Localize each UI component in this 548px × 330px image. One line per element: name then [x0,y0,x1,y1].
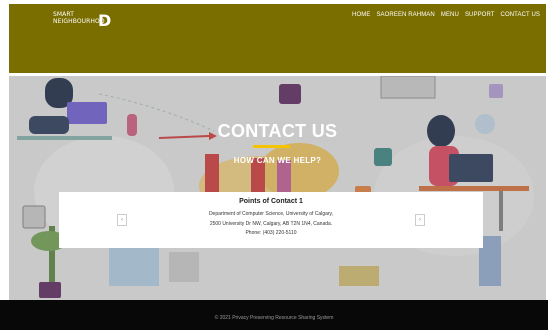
hero-section: CONTACT US HOW CAN WE HELP? ‹ Points of … [9,76,546,300]
nav-contact-us[interactable]: CONTACT US [501,12,540,18]
logo-line-2: NEIGHBOURHOO [53,18,105,25]
page: SMART NEIGHBOURHOO D HOME SAOREEN RAHMAN… [0,0,548,330]
contact-card-title: Points of Contact 1 [239,198,303,205]
site-footer: © 2021 Privacy Preserving Resource Shari… [0,300,548,330]
site-header: SMART NEIGHBOURHOO D HOME SAOREEN RAHMAN… [9,4,546,73]
nav-user[interactable]: SAOREEN RAHMAN [376,12,434,18]
page-title: CONTACT US [217,121,338,141]
contact-phone: Phone: (403) 220-5110 [245,230,297,236]
contact-card: ‹ Points of Contact 1 Department of Comp… [59,192,483,248]
title-underline [253,145,290,148]
hero-overlay [9,76,546,300]
nav-menu[interactable]: MENU [441,12,459,18]
page-subtitle: HOW CAN WE HELP? [233,156,322,165]
nav-support[interactable]: SUPPORT [465,12,495,18]
nav-home[interactable]: HOME [352,12,370,18]
carousel-next-button[interactable]: › [415,214,425,226]
footer-copyright: © 2021 Privacy Preserving Resource Shari… [214,315,334,321]
logo-final-letter: D [98,11,112,30]
main-nav: HOME SAOREEN RAHMAN MENU SUPPORT CONTACT… [352,12,540,18]
chevron-right-icon: › [419,217,421,223]
